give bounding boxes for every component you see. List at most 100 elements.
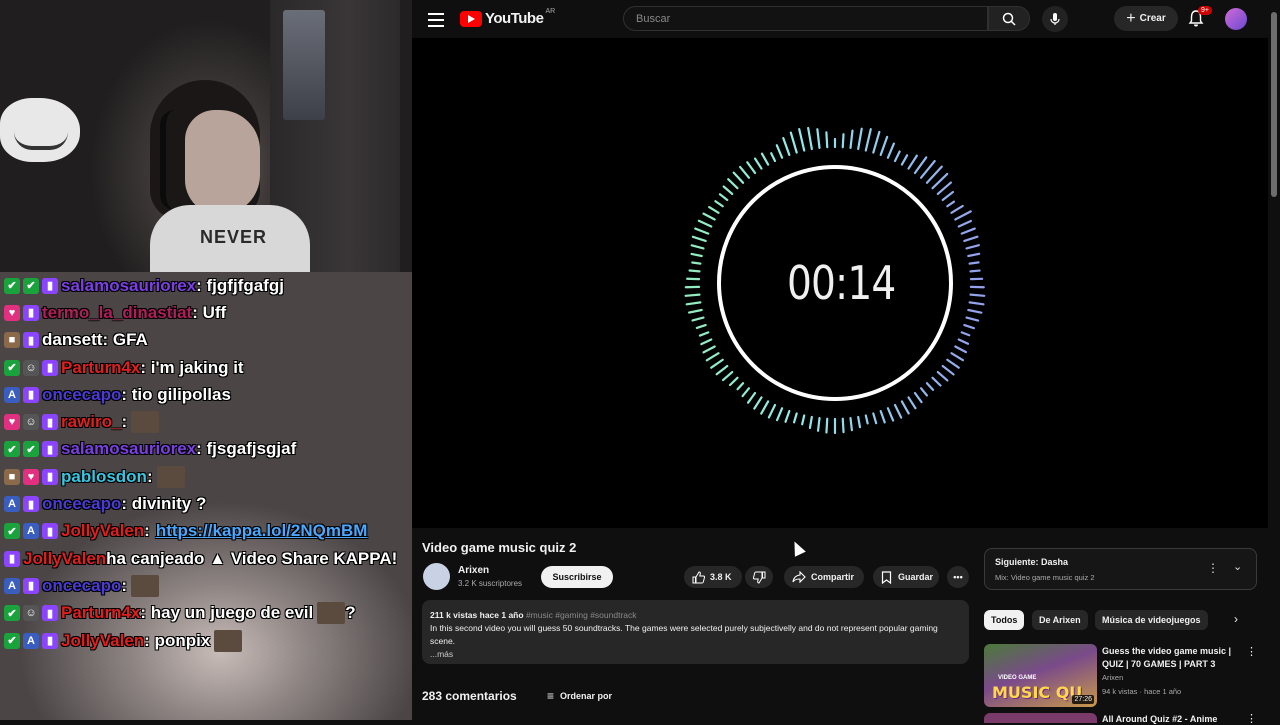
visualizer-bar <box>955 346 966 352</box>
visualizer-bar <box>951 353 962 360</box>
youtube-play-icon <box>460 11 482 27</box>
webcam-feed: NEVER <box>0 0 412 272</box>
visualizer-bar <box>968 254 979 256</box>
visualizer-bar <box>967 318 979 321</box>
webcam-poster <box>283 10 325 120</box>
subscriber-badge-icon: ▮ <box>23 332 39 348</box>
streamer-shirt: NEVER <box>150 205 310 275</box>
visualizer-bar <box>786 411 790 422</box>
visualizer-bar <box>692 245 704 248</box>
chevron-right-icon[interactable]: › <box>1234 612 1238 626</box>
hashtags[interactable]: #music #gaming #soundtrack <box>526 610 637 620</box>
chat-message: ♥☺▮rawiro_: <box>4 408 410 435</box>
save-button[interactable]: Guardar <box>873 566 939 588</box>
recommendation-menu-icon[interactable]: ⋮ <box>1246 645 1257 658</box>
chat-username: oncecapo <box>42 494 121 514</box>
thumbs-up-icon <box>692 571 705 584</box>
account-avatar[interactable] <box>1225 8 1247 30</box>
recommendation-title[interactable]: All Around Quiz #2 - Anime <box>1102 714 1217 724</box>
channel-avatar[interactable] <box>423 563 450 590</box>
visualizer-bar <box>687 302 701 304</box>
chip-from-channel[interactable]: De Arixen <box>1032 610 1088 630</box>
share-button[interactable]: Compartir <box>784 566 864 588</box>
subscribe-button[interactable]: Suscribirse <box>541 566 613 588</box>
subscriber-badge-icon: ▮ <box>23 496 39 512</box>
recommendation-thumbnail[interactable] <box>984 713 1097 723</box>
youtube-page: YouTube AR Buscar +Crear 9+ 00:14 Video … <box>412 0 1280 720</box>
masthead: YouTube AR Buscar +Crear 9+ <box>412 0 1268 38</box>
visualizer-bar <box>888 144 894 158</box>
voice-search-button[interactable] <box>1042 6 1068 32</box>
recommendation-title[interactable]: Guess the video game music | QUIZ | 70 G… <box>1102 645 1242 671</box>
recommendation-menu-icon[interactable]: ⋮ <box>1246 712 1257 725</box>
chat-username: pablosdon <box>61 467 147 487</box>
visualizer-bar <box>791 133 797 153</box>
recommendation-thumbnail[interactable]: VIDEO GAME MUSIC QU 27:26 <box>984 644 1097 707</box>
search-button[interactable] <box>988 6 1030 31</box>
page-scrollbar[interactable] <box>1268 0 1280 720</box>
chat-badge-icon: A <box>23 633 39 649</box>
search-input[interactable]: Buscar <box>623 6 988 31</box>
chat-badge-icon: ✔ <box>4 605 20 621</box>
chat-text-after: ? <box>345 603 355 623</box>
share-label: Compartir <box>811 572 854 582</box>
visualizer-bar <box>755 159 761 169</box>
visualizer-bar <box>730 378 737 385</box>
visualizer-bar <box>873 413 876 423</box>
visualizer-bar <box>689 310 702 313</box>
visualizer-bar <box>858 417 860 427</box>
more-actions-button[interactable]: ••• <box>947 566 969 588</box>
subscriber-badge-icon: ▮ <box>42 441 58 457</box>
sort-comments-button[interactable]: ≡Ordenar por <box>547 689 612 703</box>
visualizer-bar <box>695 229 708 234</box>
chat-message: A▮oncecapo: tio gilipollas <box>4 381 410 408</box>
visualizer-bar <box>970 262 979 263</box>
chat-emote <box>157 466 185 488</box>
headset-mic <box>160 110 190 210</box>
chat-link[interactable]: https://kappa.lol/2NQmBM <box>156 521 368 541</box>
description-box[interactable]: 211 k vistas hace 1 año #music #gaming #… <box>422 600 969 664</box>
visualizer-bar <box>927 383 933 390</box>
subscriber-badge-icon: ▮ <box>23 305 39 321</box>
video-player[interactable]: 00:14 <box>412 38 1268 528</box>
up-next-panel[interactable]: Siguiente: Dasha Mix: Video game music q… <box>984 548 1257 590</box>
visualizer-bar <box>843 419 844 432</box>
troll-face-image <box>0 98 80 162</box>
chat-text: ha canjeado ▲ Video Share KAPPA! <box>106 549 397 569</box>
visualizer-bar <box>701 339 711 344</box>
channel-name[interactable]: Arixen <box>458 565 489 576</box>
chat-badge-icon: A <box>23 523 39 539</box>
streamer-face <box>185 110 260 215</box>
visualizer-bar <box>717 366 728 374</box>
create-button[interactable]: +Crear <box>1114 6 1178 31</box>
subscriber-badge-icon: ▮ <box>42 278 58 294</box>
show-more-link[interactable]: ...más <box>430 648 961 661</box>
chip-videogame-music[interactable]: Música de videojuegos <box>1095 610 1208 630</box>
more-vertical-icon[interactable]: ⋮ <box>1207 561 1219 575</box>
chat-text: : i'm jaking it <box>140 358 243 378</box>
youtube-logo[interactable]: YouTube AR <box>460 10 555 27</box>
share-icon <box>792 571 806 583</box>
chat-text: : GFA <box>102 330 147 350</box>
like-button[interactable]: 3.8 K <box>684 566 742 588</box>
chat-message: A▮oncecapo: <box>4 572 410 599</box>
thumbnail-caption-small: VIDEO GAME <box>998 675 1036 681</box>
chat-badge-icon: ☺ <box>23 605 39 621</box>
chat-badge-icon: ✔ <box>4 633 20 649</box>
visualizer-bar <box>761 401 768 413</box>
visualizer-bar <box>748 393 755 403</box>
scrollbar-thumb[interactable] <box>1271 12 1277 197</box>
hamburger-menu-icon[interactable] <box>426 9 446 29</box>
youtube-logo-text: YouTube <box>485 10 543 27</box>
visualizer-bar <box>933 174 948 188</box>
chat-badge-icon: ✔ <box>23 278 39 294</box>
notifications-button[interactable]: 9+ <box>1188 9 1208 29</box>
dislike-button[interactable] <box>745 566 773 588</box>
chevron-down-icon[interactable]: ⌄ <box>1233 560 1242 573</box>
chat-message: ✔A▮JollyValen: ponpix <box>4 627 410 654</box>
subscriber-badge-icon: ▮ <box>42 523 58 539</box>
recommendation-channel[interactable]: Arixen <box>1102 673 1123 682</box>
like-count: 3.8 K <box>710 572 732 582</box>
chip-all[interactable]: Todos <box>984 610 1024 630</box>
chat-badge-icon: ♥ <box>4 414 20 430</box>
